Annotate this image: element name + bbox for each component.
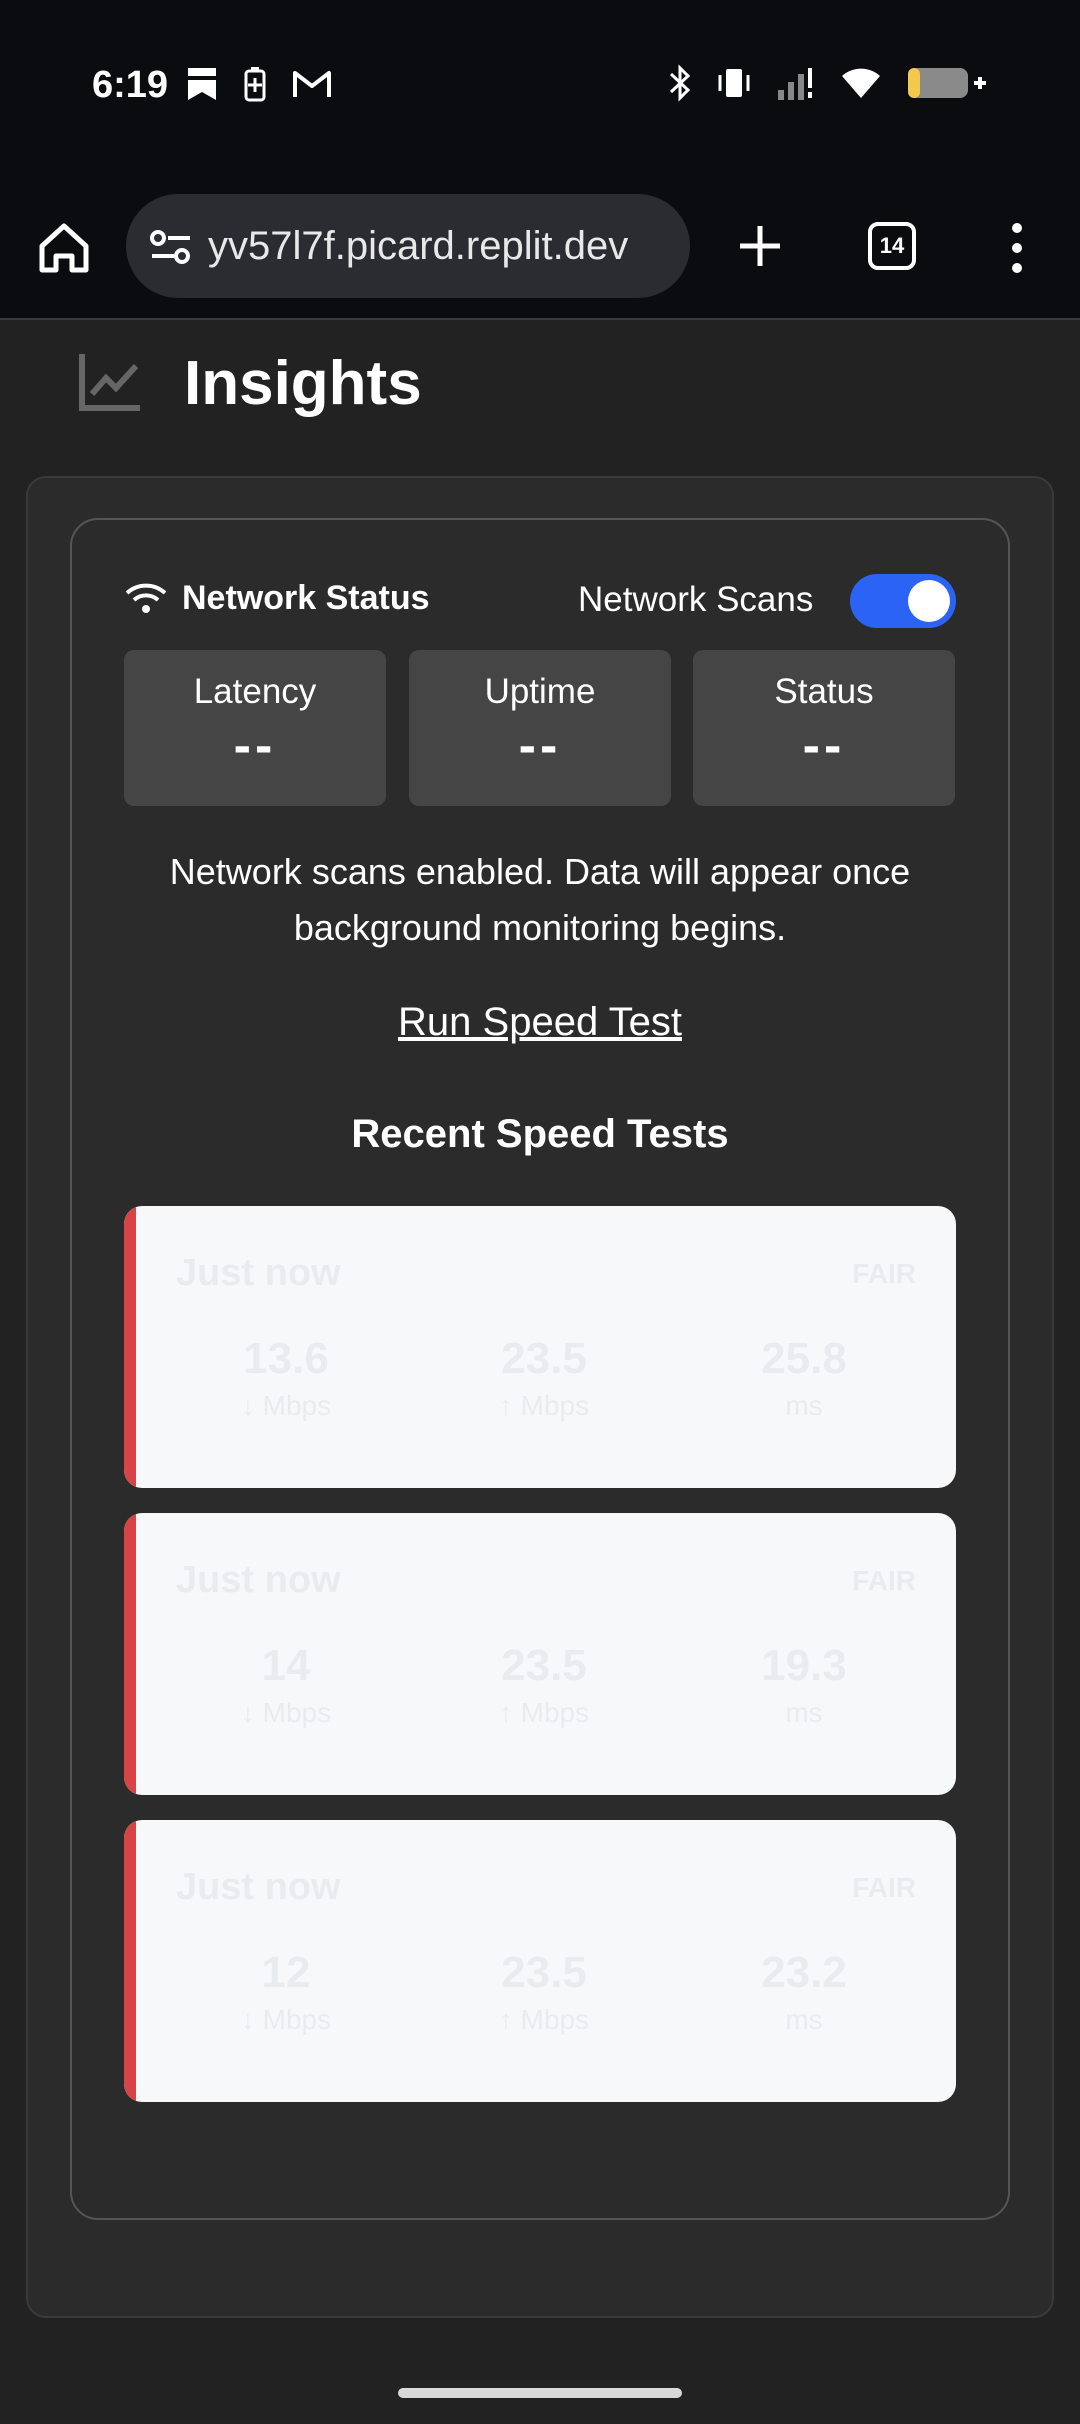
card-accent-stripe [124,1820,136,2102]
network-scans-toggle[interactable] [850,574,956,628]
status-bar: 6:19 [0,0,1080,180]
download-stat: 14 ↓ Mbps [186,1641,386,1729]
metric-value: -- [518,717,562,775]
metric-label: Status [774,672,874,711]
speed-test-card: Just now FAIR 12 ↓ Mbps 23.5 ↑ Mbps 23.2… [124,1820,956,2102]
card-accent-stripe [124,1206,136,1488]
wifi-icon [125,583,167,613]
run-speed-test-link[interactable]: Run Speed Test [124,1000,956,1045]
chart-line-icon [79,354,140,411]
toggle-knob [908,580,950,622]
network-status-title: Network Status [182,578,430,617]
battery-saver-icon [244,67,266,102]
recent-tests-title: Recent Speed Tests [351,1112,729,1156]
test-time: Just now [176,1252,341,1294]
metric-value: -- [802,717,846,775]
notification-icons [186,66,332,102]
ping-stat: 19.3 ms [704,1641,904,1729]
card-accent-stripe [124,1513,136,1795]
site-settings-icon[interactable] [148,224,194,270]
upload-stat: 23.5 ↑ Mbps [444,1334,644,1422]
download-stat: 13.6 ↓ Mbps [186,1334,386,1422]
upload-value: 23.5 [501,1948,587,1997]
speed-test-card: Just now FAIR 13.6 ↓ Mbps 23.5 ↑ Mbps 25… [124,1206,956,1488]
bluetooth-icon [669,64,691,102]
page-header: Insights [0,322,1080,472]
upload-unit: ↑ Mbps [498,2004,590,2035]
ping-value: 19.3 [761,1641,847,1690]
latency-metric: Latency -- [124,650,386,806]
metric-value: -- [233,717,277,775]
speed-test-card: Just now FAIR 14 ↓ Mbps 23.5 ↑ Mbps 19.3… [124,1513,956,1795]
status-time: 6:19 [92,64,169,106]
page-title: Insights [184,349,422,418]
upload-unit: ↑ Mbps [498,1697,590,1728]
url-text[interactable]: yv57l7f.picard.replit.dev [208,224,678,274]
upload-stat: 23.5 ↑ Mbps [444,1641,644,1729]
scan-info-text: Network scans enabled. Data will appear … [169,851,911,948]
metric-label: Uptime [484,672,596,711]
network-status-header: Network Status [124,572,430,624]
home-icon[interactable] [36,220,92,276]
vibrate-icon [718,69,750,97]
test-rating: FAIR [852,1258,916,1289]
download-value: 14 [261,1641,311,1690]
uptime-metric: Uptime -- [409,650,671,806]
status-metric: Status -- [693,650,955,806]
download-stat: 12 ↓ Mbps [186,1948,386,2036]
upload-stat: 23.5 ↑ Mbps [444,1948,644,2036]
upload-value: 23.5 [501,1334,587,1383]
battery-icon [908,68,986,98]
wifi-icon [842,68,880,98]
download-value: 13.6 [243,1334,329,1383]
ping-unit: ms [785,2004,823,2035]
test-time: Just now [176,1866,341,1908]
signal-icon [778,68,812,100]
upload-unit: ↑ Mbps [498,1390,590,1421]
ping-unit: ms [785,1697,823,1728]
network-scans-label: Network Scans [578,580,814,619]
metric-label: Latency [193,672,317,711]
download-unit: ↓ Mbps [240,2004,332,2035]
ping-unit: ms [785,1390,823,1421]
system-icons [668,64,988,102]
upload-value: 23.5 [501,1641,587,1690]
gmail-icon [293,71,331,97]
ping-value: 23.2 [761,1948,847,1997]
test-rating: FAIR [852,1565,916,1596]
address-bar[interactable]: yv57l7f.picard.replit.dev [126,194,690,298]
ping-stat: 23.2 ms [704,1948,904,2036]
bookmark-icon [188,68,216,100]
new-tab-icon[interactable] [732,218,788,274]
ping-stat: 25.8 ms [704,1334,904,1422]
download-unit: ↓ Mbps [240,1697,332,1728]
download-value: 12 [261,1948,311,1997]
more-menu-icon[interactable] [1004,220,1030,276]
download-unit: ↓ Mbps [240,1390,332,1421]
tab-switcher-button[interactable]: 14 [868,222,916,270]
test-rating: FAIR [852,1872,916,1903]
browser-toolbar: yv57l7f.picard.replit.dev 14 [0,180,1080,320]
ping-value: 25.8 [761,1334,847,1383]
test-time: Just now [176,1559,341,1601]
gesture-home-bar[interactable] [398,2388,682,2398]
